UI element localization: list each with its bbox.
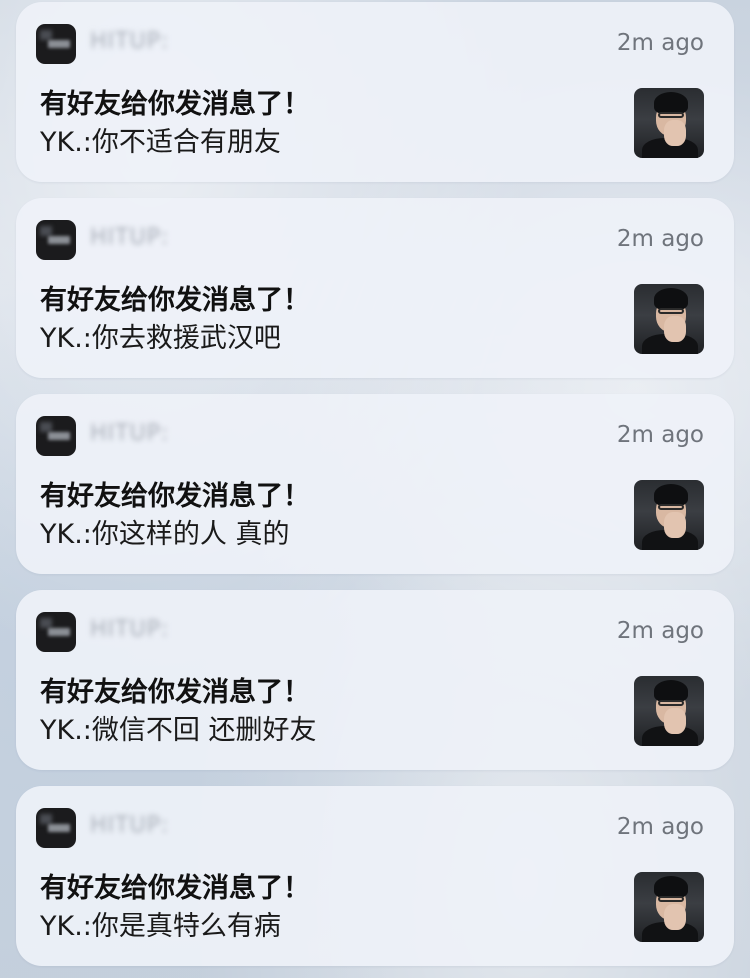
notification-card[interactable]: HITUP: 2m ago 有好友给你发消息了！ YK.:微信不回 还删好友 bbox=[16, 590, 734, 770]
timestamp: 2m ago bbox=[616, 618, 704, 644]
notification-body: YK.:微信不回 还删好友 bbox=[40, 715, 317, 746]
notification-title: 有好友给你发消息了！ bbox=[40, 481, 310, 512]
notification-title: 有好友给你发消息了！ bbox=[40, 89, 310, 120]
notification-body: YK.:你是真特么有病 bbox=[40, 911, 281, 942]
notification-card[interactable]: HITUP: 2m ago 有好友给你发消息了！ YK.:你去救援武汉吧 bbox=[16, 198, 734, 378]
sender-avatar bbox=[634, 88, 704, 158]
timestamp: 2m ago bbox=[616, 422, 704, 448]
notification-card[interactable]: HITUP: 2m ago 有好友给你发消息了！ YK.:你是真特么有病 bbox=[16, 786, 734, 966]
notification-body: YK.:你去救援武汉吧 bbox=[40, 323, 281, 354]
sender-avatar bbox=[634, 480, 704, 550]
notification-body: YK.:你不适合有朋友 bbox=[40, 127, 281, 158]
notification-card[interactable]: HITUP: 2m ago 有好友给你发消息了！ YK.:你不适合有朋友 bbox=[16, 2, 734, 182]
app-icon bbox=[36, 808, 76, 848]
app-icon bbox=[36, 612, 76, 652]
timestamp: 2m ago bbox=[616, 814, 704, 840]
app-icon bbox=[36, 24, 76, 64]
timestamp: 2m ago bbox=[616, 226, 704, 252]
app-name: HITUP: bbox=[90, 421, 170, 446]
app-name: HITUP: bbox=[90, 617, 170, 642]
notification-card[interactable]: HITUP: 2m ago 有好友给你发消息了！ YK.:你这样的人 真的 bbox=[16, 394, 734, 574]
notification-body: YK.:你这样的人 真的 bbox=[40, 519, 290, 550]
app-name: HITUP: bbox=[90, 225, 170, 250]
notification-title: 有好友给你发消息了！ bbox=[40, 285, 310, 316]
notification-title: 有好友给你发消息了！ bbox=[40, 677, 310, 708]
app-icon bbox=[36, 416, 76, 456]
sender-avatar bbox=[634, 284, 704, 354]
app-name: HITUP: bbox=[90, 29, 170, 54]
sender-avatar bbox=[634, 872, 704, 942]
app-name: HITUP: bbox=[90, 813, 170, 838]
sender-avatar bbox=[634, 676, 704, 746]
notification-title: 有好友给你发消息了！ bbox=[40, 873, 310, 904]
notification-stack: HITUP: 2m ago 有好友给你发消息了！ YK.:你不适合有朋友 HIT… bbox=[0, 0, 750, 978]
app-icon bbox=[36, 220, 76, 260]
timestamp: 2m ago bbox=[616, 30, 704, 56]
